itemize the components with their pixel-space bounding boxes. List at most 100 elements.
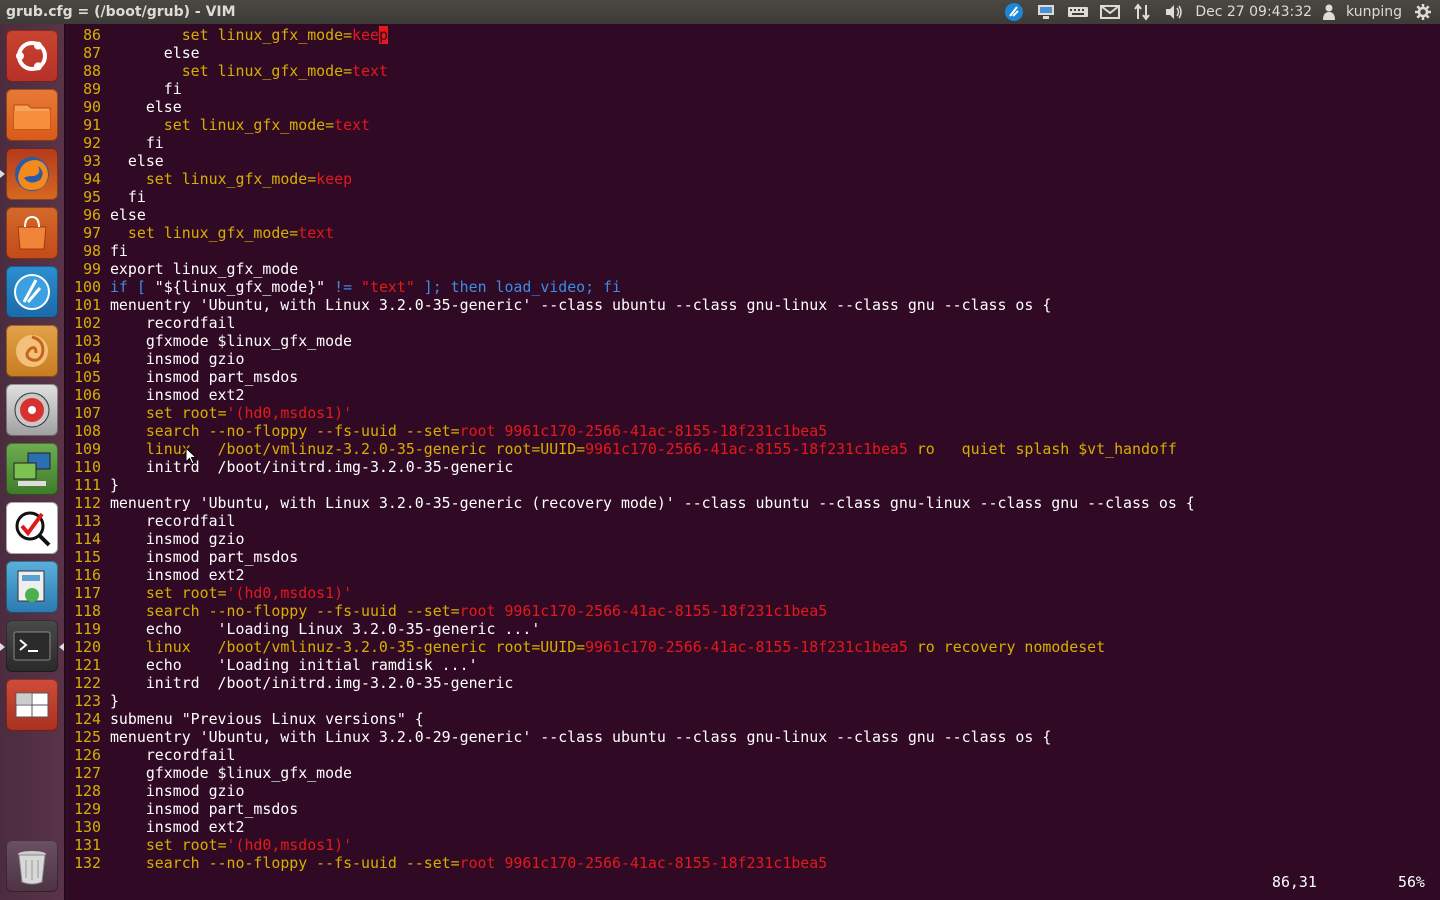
code-line[interactable]: 87 else bbox=[65, 44, 1195, 62]
code-line[interactable]: 89 fi bbox=[65, 80, 1195, 98]
code-line[interactable]: 118 search --no-floppy --fs-uuid --set=r… bbox=[65, 602, 1195, 620]
code-token: export linux_gfx_mode bbox=[109, 260, 299, 278]
mail-indicator-icon[interactable] bbox=[1099, 3, 1121, 21]
trash-button[interactable] bbox=[6, 840, 58, 892]
code-line[interactable]: 86 set linux_gfx_mode=keep bbox=[65, 26, 1195, 44]
code-line[interactable]: 104 insmod gzio bbox=[65, 350, 1195, 368]
code-line[interactable]: 131 set root='(hd0,msdos1)' bbox=[65, 836, 1195, 854]
disk-utility-button[interactable] bbox=[6, 384, 58, 436]
line-number: 118 bbox=[74, 602, 101, 620]
gutter-space bbox=[101, 746, 110, 764]
code-line[interactable]: 100 if [ "${linux_gfx_mode}" != "text" ]… bbox=[65, 278, 1195, 296]
code-line[interactable]: 129 insmod part_msdos bbox=[65, 800, 1195, 818]
code-line[interactable]: 121 echo 'Loading initial ramdisk ...' bbox=[65, 656, 1195, 674]
rdesktop-launcher-button[interactable] bbox=[6, 502, 58, 554]
system-monitor-button[interactable] bbox=[6, 443, 58, 495]
code-line[interactable]: 109 linux /boot/vmlinuz-3.2.0-35-generic… bbox=[65, 440, 1195, 458]
code-line[interactable]: 117 set root='(hd0,msdos1)' bbox=[65, 584, 1195, 602]
code-line[interactable]: 112 menuentry 'Ubuntu, with Linux 3.2.0-… bbox=[65, 494, 1195, 512]
line-number: 88 bbox=[83, 62, 101, 80]
code-line[interactable]: 119 echo 'Loading Linux 3.2.0-35-generic… bbox=[65, 620, 1195, 638]
code-line[interactable]: 132 search --no-floppy --fs-uuid --set=r… bbox=[65, 854, 1195, 872]
code-line[interactable]: 88 set linux_gfx_mode=text bbox=[65, 62, 1195, 80]
code-line[interactable]: 103 gfxmode $linux_gfx_mode bbox=[65, 332, 1195, 350]
code-line[interactable]: 94 set linux_gfx_mode=keep bbox=[65, 170, 1195, 188]
running-indicator bbox=[0, 170, 5, 178]
code-line[interactable]: 90 else bbox=[65, 98, 1195, 116]
keyboard-indicator-icon[interactable] bbox=[1067, 3, 1089, 21]
code-line[interactable]: 95 fi bbox=[65, 188, 1195, 206]
code-line[interactable]: 97 set linux_gfx_mode=text bbox=[65, 224, 1195, 242]
code-line[interactable]: 124 submenu "Previous Linux versions" { bbox=[65, 710, 1195, 728]
code-line[interactable]: 115 insmod part_msdos bbox=[65, 548, 1195, 566]
gutter-space bbox=[101, 548, 110, 566]
gutter-space bbox=[101, 566, 110, 584]
code-line[interactable]: 111 } bbox=[65, 476, 1195, 494]
code-line[interactable]: 122 initrd /boot/initrd.img-3.2.0-35-gen… bbox=[65, 674, 1195, 692]
code-token: fi bbox=[109, 134, 164, 152]
focused-indicator bbox=[59, 643, 64, 651]
code-line[interactable]: 125 menuentry 'Ubuntu, with Linux 3.2.0-… bbox=[65, 728, 1195, 746]
gutter-space bbox=[101, 692, 110, 710]
code-line[interactable]: 110 initrd /boot/initrd.img-3.2.0-35-gen… bbox=[65, 458, 1195, 476]
code-line[interactable]: 101 menuentry 'Ubuntu, with Linux 3.2.0-… bbox=[65, 296, 1195, 314]
swirl-app-icon bbox=[16, 335, 48, 367]
code-line[interactable]: 116 insmod ext2 bbox=[65, 566, 1195, 584]
code-line[interactable]: 113 recordfail bbox=[65, 512, 1195, 530]
software-center-button[interactable] bbox=[6, 207, 58, 259]
workspace-switcher-button[interactable] bbox=[6, 679, 58, 731]
code-token: '(hd0,msdos1)' bbox=[226, 836, 353, 854]
clock[interactable]: Dec 27 09:43:32 bbox=[1195, 4, 1312, 20]
chat-indicator-icon[interactable] bbox=[1003, 3, 1025, 21]
username[interactable]: kunping bbox=[1346, 4, 1402, 20]
code-token: insmod part_msdos bbox=[109, 368, 299, 386]
code-line[interactable]: 93 else bbox=[65, 152, 1195, 170]
gutter-space bbox=[101, 224, 110, 242]
vim-editor[interactable]: 86 set linux_gfx_mode=keep 87 else 88 set … bbox=[65, 24, 1440, 900]
code-line[interactable]: 130 insmod ext2 bbox=[65, 818, 1195, 836]
dash-home-button[interactable] bbox=[6, 30, 58, 82]
chat-launcher-button[interactable] bbox=[6, 266, 58, 318]
code-line[interactable]: 128 insmod gzio bbox=[65, 782, 1195, 800]
code-line[interactable]: 96 else bbox=[65, 206, 1195, 224]
blender-launcher-button[interactable] bbox=[6, 325, 58, 377]
code-line[interactable]: 106 insmod ext2 bbox=[65, 386, 1195, 404]
system-settings-button[interactable] bbox=[6, 561, 58, 613]
code-token: gfxmode $linux_gfx_mode bbox=[109, 764, 353, 782]
firefox-launcher-button[interactable] bbox=[6, 148, 58, 200]
cursor-position: 86,31 bbox=[1272, 873, 1317, 891]
code-token: initrd /boot/initrd.img-3.2.0-35-generic bbox=[109, 458, 514, 476]
code-line[interactable]: 98 fi bbox=[65, 242, 1195, 260]
line-number: 87 bbox=[83, 44, 101, 62]
user-icon[interactable] bbox=[1322, 3, 1336, 21]
gutter-space bbox=[101, 800, 110, 818]
code-line[interactable]: 114 insmod gzio bbox=[65, 530, 1195, 548]
gutter-space bbox=[101, 242, 110, 260]
code-line[interactable]: 102 recordfail bbox=[65, 314, 1195, 332]
code-line[interactable]: 92 fi bbox=[65, 134, 1195, 152]
transfer-arrows-icon[interactable] bbox=[1131, 3, 1153, 21]
network-indicator-icon[interactable] bbox=[1035, 3, 1057, 21]
line-number: 106 bbox=[74, 386, 101, 404]
code-line[interactable]: 91 set linux_gfx_mode=text bbox=[65, 116, 1195, 134]
terminal-launcher-button[interactable] bbox=[6, 620, 58, 672]
code-token: else bbox=[109, 152, 164, 170]
session-gear-icon[interactable] bbox=[1412, 3, 1434, 21]
files-launcher-button[interactable] bbox=[6, 89, 58, 141]
code-line[interactable]: 127 gfxmode $linux_gfx_mode bbox=[65, 764, 1195, 782]
code-line[interactable]: 126 recordfail bbox=[65, 746, 1195, 764]
code-line[interactable]: 105 insmod part_msdos bbox=[65, 368, 1195, 386]
vim-ruler: 86,31 56% bbox=[65, 873, 1440, 891]
code-line[interactable]: 120 linux /boot/vmlinuz-3.2.0-35-generic… bbox=[65, 638, 1195, 656]
code-area[interactable]: 86 set linux_gfx_mode=keep 87 else 88 set … bbox=[65, 26, 1195, 872]
code-token: set linux_gfx_mode= bbox=[163, 116, 335, 134]
code-line[interactable]: 99 export linux_gfx_mode bbox=[65, 260, 1195, 278]
line-number: 101 bbox=[74, 296, 101, 314]
code-line[interactable]: 108 search --no-floppy --fs-uuid --set=r… bbox=[65, 422, 1195, 440]
code-token: linux /boot/vmlinuz-3.2.0-35-generic roo… bbox=[145, 638, 586, 656]
code-line[interactable]: 123 } bbox=[65, 692, 1195, 710]
volume-icon[interactable] bbox=[1163, 3, 1185, 21]
code-line[interactable]: 107 set root='(hd0,msdos1)' bbox=[65, 404, 1195, 422]
code-token: gfxmode $linux_gfx_mode bbox=[109, 332, 353, 350]
